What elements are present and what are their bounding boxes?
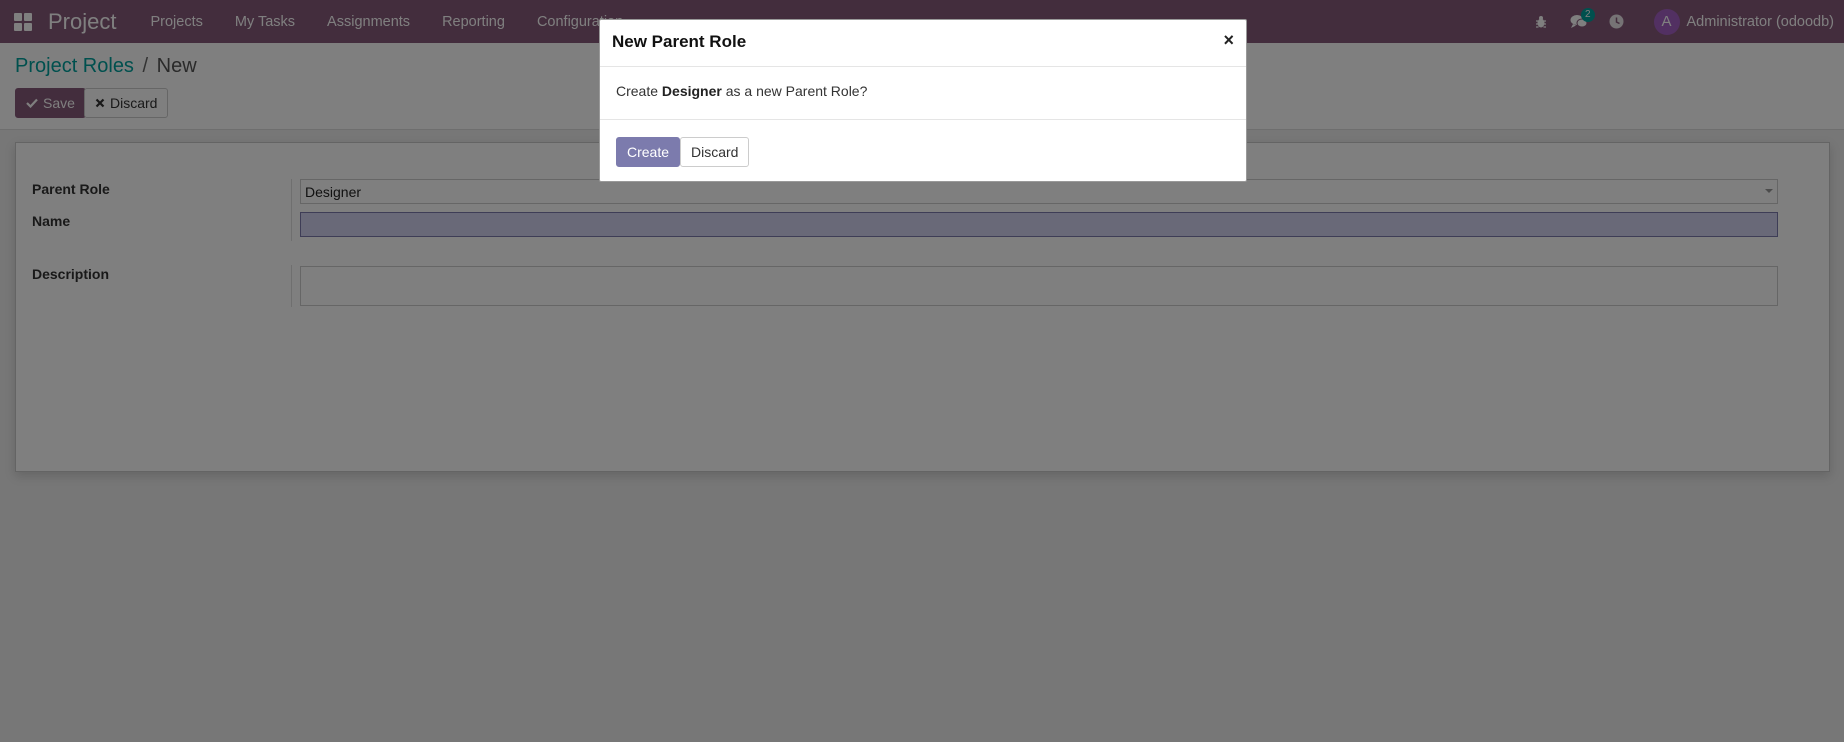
close-icon[interactable]: × xyxy=(1223,30,1234,51)
modal-body-role-name: Designer xyxy=(661,83,722,99)
modal-footer: Create Discard xyxy=(600,120,1246,182)
modal-title: New Parent Role xyxy=(612,32,747,51)
modal-body-suffix: as a new Parent Role? xyxy=(721,83,868,99)
new-parent-role-dialog: New Parent Role × Create Designer as a n… xyxy=(599,19,1247,182)
modal-discard-button[interactable]: Discard xyxy=(680,137,750,167)
modal-body-prefix: Create xyxy=(616,83,662,99)
modal-body: Create Designer as a new Parent Role? xyxy=(600,67,1246,120)
modal-header: New Parent Role × xyxy=(600,20,1246,67)
create-button[interactable]: Create xyxy=(616,137,681,167)
